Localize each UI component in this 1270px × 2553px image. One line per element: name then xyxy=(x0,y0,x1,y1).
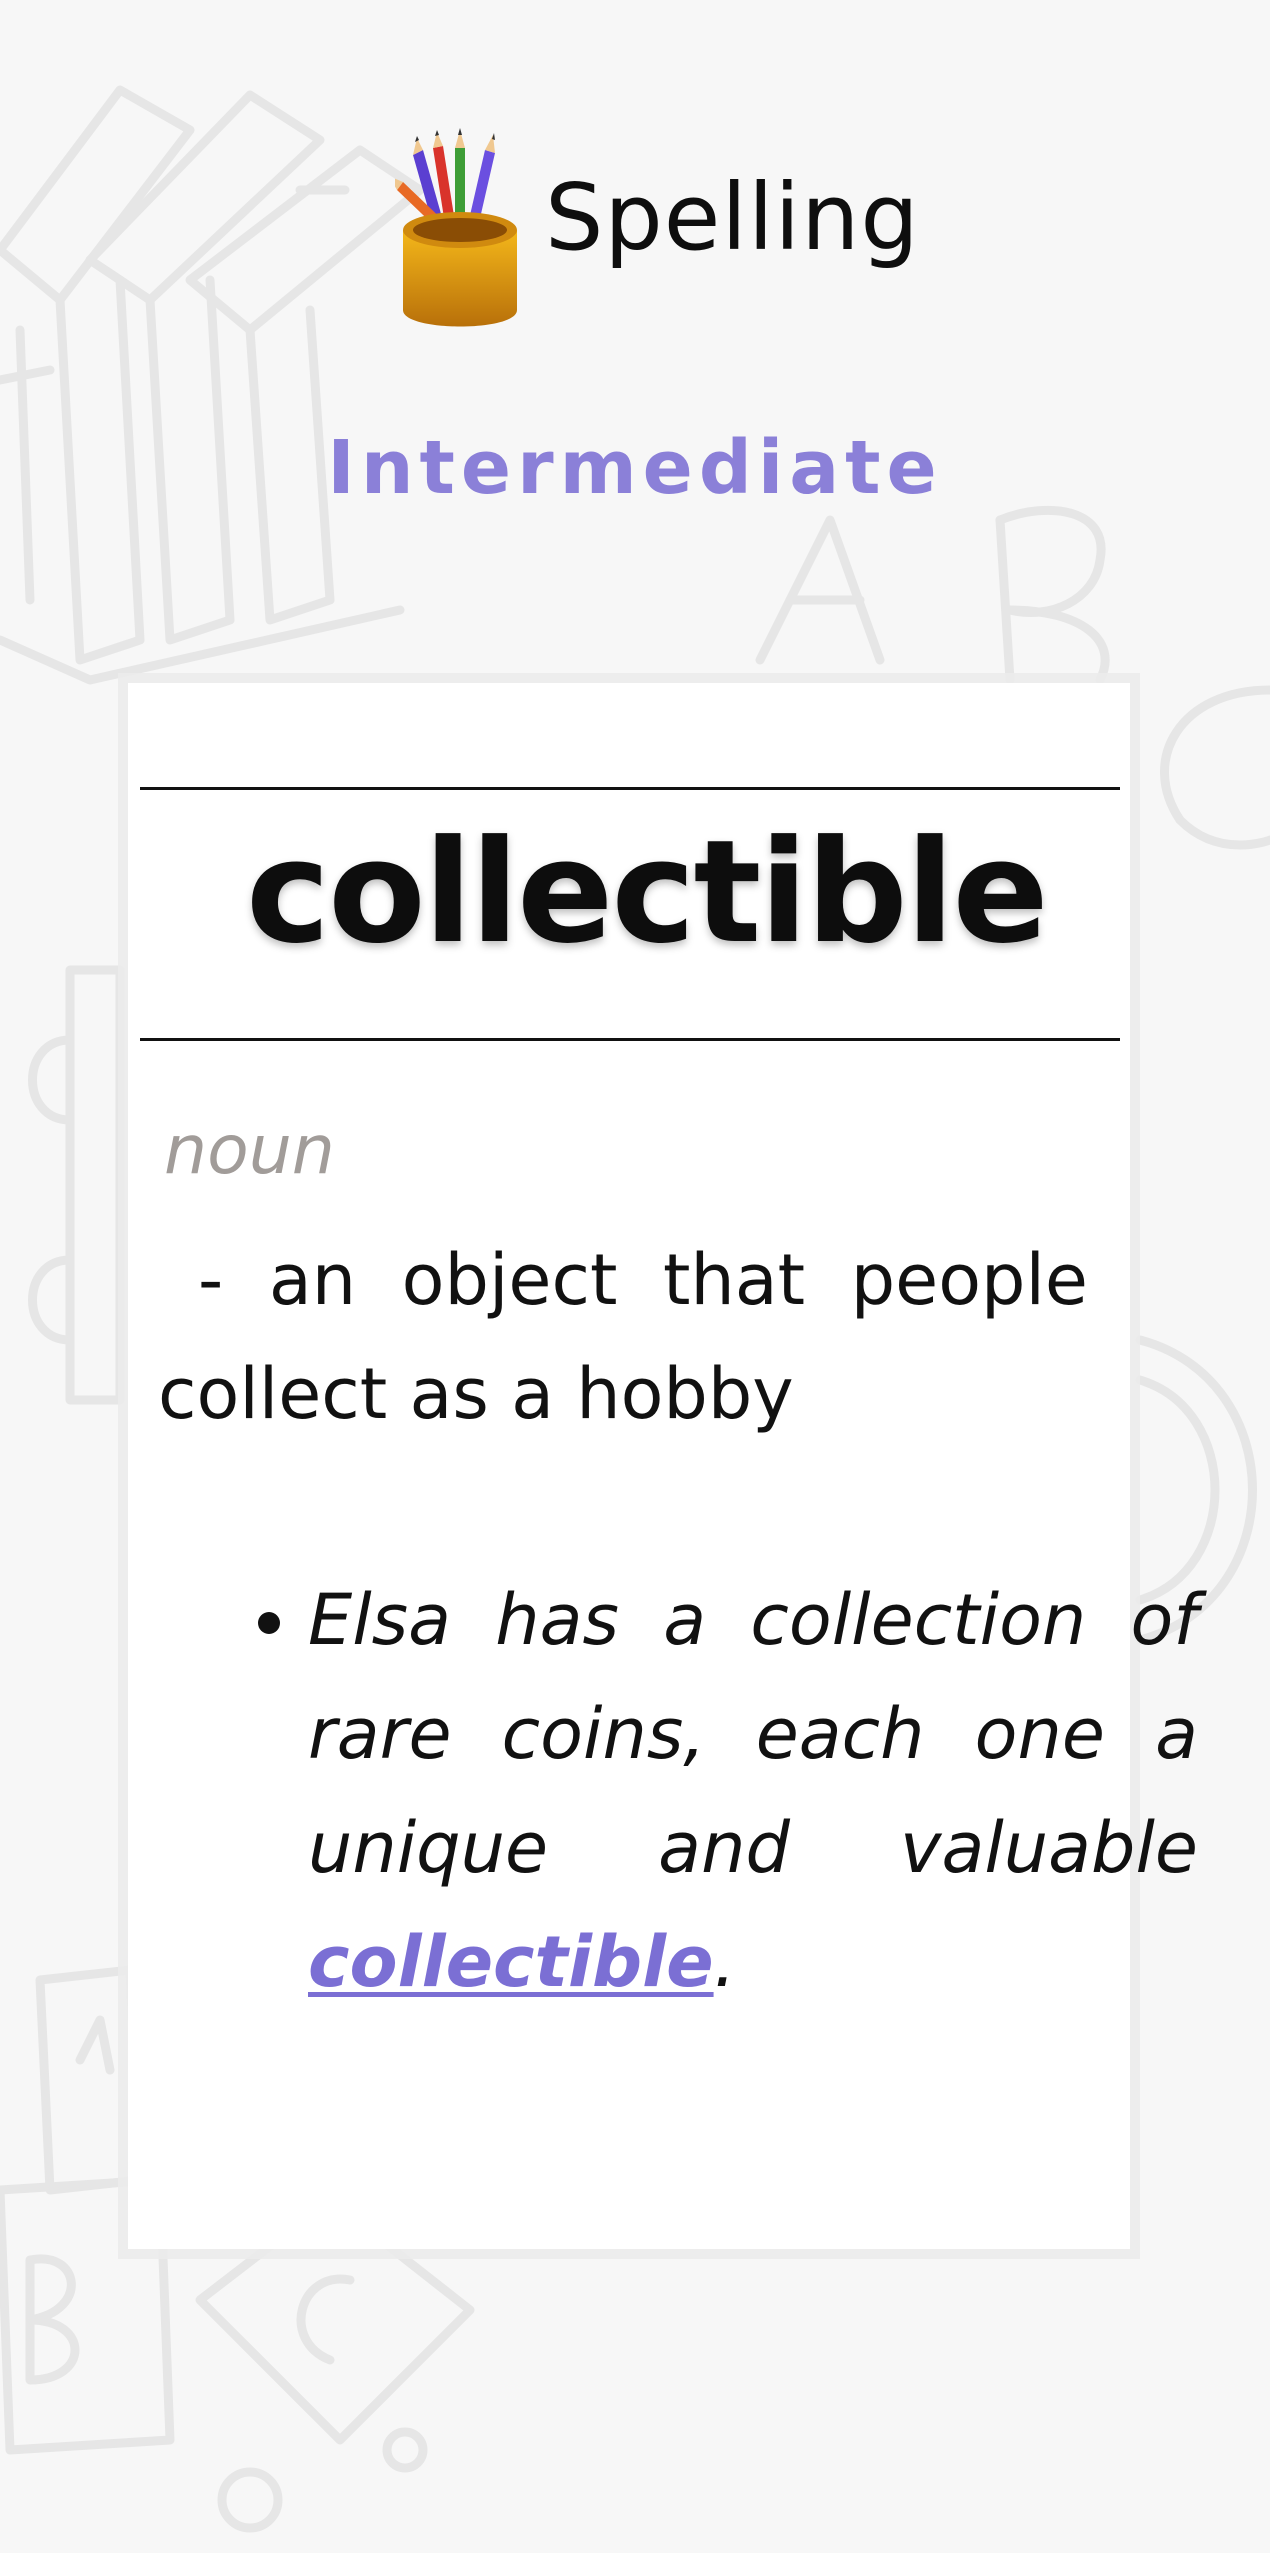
pencil-cup-icon xyxy=(395,128,517,327)
app-title: Spelling xyxy=(545,164,920,271)
letters-doodle xyxy=(755,505,1110,685)
brand: Spelling xyxy=(395,120,920,335)
definition-text: - an object that people collect as a hob… xyxy=(158,1239,1088,1435)
example-text-after: . xyxy=(713,1921,736,2003)
example-list: Elsa has a collection of rare coins, eac… xyxy=(198,1563,1198,2019)
part-of-speech: noun xyxy=(164,1111,335,1190)
example-highlight-word: collectible xyxy=(308,1921,714,2003)
books-doodle xyxy=(0,85,425,685)
example-text-before: Elsa has a collection of rare coins, eac… xyxy=(308,1579,1198,1889)
s-doodle xyxy=(1160,685,1270,850)
example-sentence: Elsa has a collection of rare coins, eac… xyxy=(308,1563,1198,2019)
difficulty-level: Intermediate xyxy=(327,425,943,511)
spelling-word: collectible xyxy=(246,810,1049,975)
word-band: collectible xyxy=(140,787,1120,1041)
puzzle-doodle xyxy=(28,965,125,1405)
word-card: collectible noun - an object that people… xyxy=(128,683,1198,2249)
